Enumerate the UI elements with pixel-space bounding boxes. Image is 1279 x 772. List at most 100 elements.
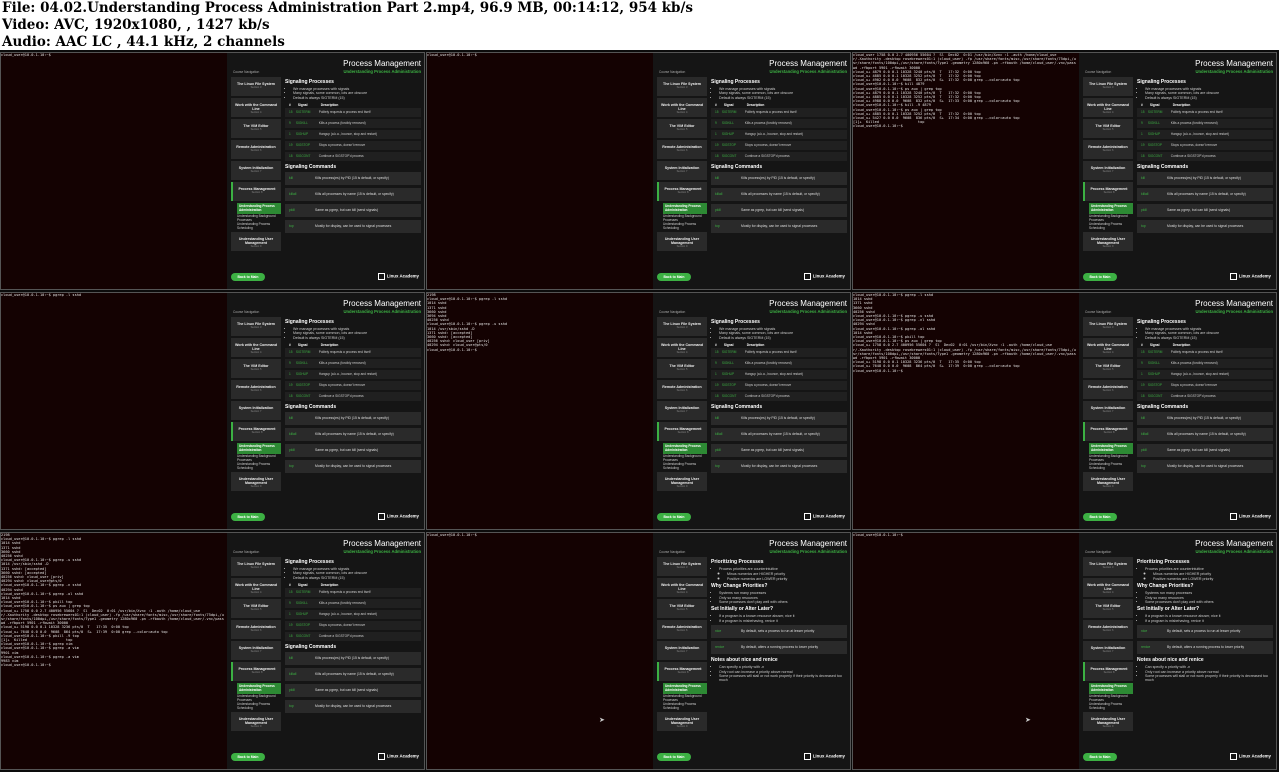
nav-item[interactable]: System Initialization Section 7	[657, 401, 707, 420]
nav-sub-item[interactable]: Understanding Process Scheduling	[663, 223, 707, 230]
nav-item[interactable]: System Initialization Section 7	[1083, 641, 1133, 660]
nav-item[interactable]: The VIM Editor Section 5	[1083, 119, 1133, 138]
nav-sub-active[interactable]: Understanding Process Administration	[663, 203, 707, 215]
nav-item[interactable]: Remote Administration Section 6	[657, 140, 707, 159]
nav-item[interactable]: Understanding User Management Section 9	[1083, 471, 1133, 491]
nav-item[interactable]: Understanding User Management Section 9	[231, 711, 281, 731]
nav-item[interactable]: Remote Administration Section 6	[231, 140, 281, 159]
nav-item[interactable]: Understanding User Management Section 9	[657, 471, 707, 491]
nav-item[interactable]: Remote Administration Section 6	[1083, 380, 1133, 399]
terminal-output[interactable]: 2198 cloud_user@10.0.1.10:~$ pgrep -l ss…	[1, 533, 227, 769]
terminal-output[interactable]: cloud_user@10.0.1.10:~$	[1, 53, 227, 289]
nav-item[interactable]: Understanding User Management Section 9	[657, 231, 707, 251]
nav-item[interactable]: Process Management Section 8	[1083, 422, 1133, 441]
nav-item[interactable]: Understanding User Management Section 9	[231, 471, 281, 491]
nav-item[interactable]: Work with the Command Line Section 4	[657, 98, 707, 117]
nav-item[interactable]: The Linux File System Section 3	[1083, 77, 1133, 96]
nav-sub-item[interactable]: Understanding Background Processes	[237, 214, 281, 222]
nav-item[interactable]: The VIM Editor Section 5	[231, 119, 281, 138]
nav-sub-active[interactable]: Understanding Process Administration	[1089, 443, 1133, 455]
nav-sub-item[interactable]: Understanding Process Scheduling	[1089, 703, 1133, 710]
nav-item[interactable]: Process Management Section 8	[231, 422, 281, 441]
back-to-main-button[interactable]: Back to Main	[657, 273, 691, 281]
nav-item[interactable]: The VIM Editor Section 5	[231, 599, 281, 618]
nav-item[interactable]: System Initialization Section 7	[231, 161, 281, 180]
nav-item[interactable]: The VIM Editor Section 5	[657, 599, 707, 618]
nav-item[interactable]: The VIM Editor Section 5	[657, 119, 707, 138]
nav-item[interactable]: System Initialization Section 7	[1083, 161, 1133, 180]
nav-item[interactable]: The Linux File System Section 3	[231, 77, 281, 96]
nav-item[interactable]: Remote Administration Section 6	[1083, 620, 1133, 639]
nav-item[interactable]: System Initialization Section 7	[231, 401, 281, 420]
nav-sub-active[interactable]: Understanding Process Administration	[237, 683, 281, 695]
terminal-output[interactable]: cloud_user@10.0.1.10:~$	[853, 533, 1079, 769]
nav-item[interactable]: Process Management Section 8	[231, 662, 281, 681]
nav-item[interactable]: Remote Administration Section 6	[657, 620, 707, 639]
nav-sub-item[interactable]: Understanding Background Processes	[1089, 454, 1133, 462]
terminal-output[interactable]: cloud_user@10.0.1.10:~$ pgrep -l sshd	[1, 293, 227, 529]
nav-item[interactable]: The VIM Editor Section 5	[231, 359, 281, 378]
nav-item[interactable]: Understanding User Management Section 9	[1083, 711, 1133, 731]
nav-sub-item[interactable]: Understanding Process Scheduling	[1089, 223, 1133, 230]
nav-item[interactable]: The Linux File System Section 3	[657, 317, 707, 336]
nav-sub-item[interactable]: Understanding Background Processes	[1089, 214, 1133, 222]
nav-sub-item[interactable]: Understanding Process Scheduling	[237, 223, 281, 230]
nav-item[interactable]: The Linux File System Section 3	[1083, 317, 1133, 336]
back-to-main-button[interactable]: Back to Main	[1083, 513, 1117, 521]
terminal-output[interactable]: cloud_user@10.0.1.10:~$	[427, 533, 653, 769]
back-to-main-button[interactable]: Back to Main	[1083, 273, 1117, 281]
back-to-main-button[interactable]: Back to Main	[1083, 753, 1117, 761]
terminal-output[interactable]: 2198 cloud_user@10.0.1.10:~$ pgrep -l ss…	[427, 293, 653, 529]
nav-item[interactable]: Process Management Section 8	[657, 662, 707, 681]
nav-item[interactable]: The Linux File System Section 3	[231, 317, 281, 336]
nav-sub-active[interactable]: Understanding Process Administration	[237, 203, 281, 215]
nav-item[interactable]: The Linux File System Section 3	[231, 557, 281, 576]
nav-sub-item[interactable]: Understanding Background Processes	[1089, 694, 1133, 702]
nav-item[interactable]: The VIM Editor Section 5	[1083, 359, 1133, 378]
back-to-main-button[interactable]: Back to Main	[231, 513, 265, 521]
nav-item[interactable]: Remote Administration Section 6	[657, 380, 707, 399]
nav-item[interactable]: The VIM Editor Section 5	[657, 359, 707, 378]
terminal-output[interactable]: cloud_user@10.0.1.10:~$ pgrep -l sshd 10…	[853, 293, 1079, 529]
terminal-output[interactable]: cloud_user 1758 0.0 2.7 400956 55604 ? S…	[853, 53, 1079, 289]
nav-item[interactable]: Remote Administration Section 6	[1083, 140, 1133, 159]
nav-sub-active[interactable]: Understanding Process Administration	[1089, 203, 1133, 215]
nav-sub-active[interactable]: Understanding Process Administration	[663, 683, 707, 695]
nav-item[interactable]: Remote Administration Section 6	[231, 620, 281, 639]
nav-item[interactable]: Work with the Command Line Section 4	[657, 338, 707, 357]
back-to-main-button[interactable]: Back to Main	[231, 753, 265, 761]
nav-item[interactable]: Process Management Section 8	[657, 422, 707, 441]
nav-item[interactable]: Process Management Section 8	[657, 182, 707, 201]
back-to-main-button[interactable]: Back to Main	[231, 273, 265, 281]
nav-item[interactable]: System Initialization Section 7	[231, 641, 281, 660]
nav-item[interactable]: Work with the Command Line Section 4	[231, 98, 281, 117]
nav-item[interactable]: Process Management Section 8	[231, 182, 281, 201]
nav-item[interactable]: The Linux File System Section 3	[657, 77, 707, 96]
nav-sub-item[interactable]: Understanding Background Processes	[663, 454, 707, 462]
terminal-output[interactable]: cloud_user@10.0.1.10:~$	[427, 53, 653, 289]
nav-sub-item[interactable]: Understanding Background Processes	[237, 454, 281, 462]
nav-item[interactable]: Work with the Command Line Section 4	[231, 578, 281, 597]
nav-item[interactable]: Process Management Section 8	[1083, 662, 1133, 681]
nav-item[interactable]: Understanding User Management Section 9	[657, 711, 707, 731]
nav-item[interactable]: Work with the Command Line Section 4	[657, 578, 707, 597]
nav-item[interactable]: Understanding User Management Section 9	[231, 231, 281, 251]
back-to-main-button[interactable]: Back to Main	[657, 513, 691, 521]
nav-sub-active[interactable]: Understanding Process Administration	[1089, 683, 1133, 695]
nav-sub-item[interactable]: Understanding Process Scheduling	[1089, 463, 1133, 470]
nav-sub-item[interactable]: Understanding Process Scheduling	[237, 463, 281, 470]
nav-sub-item[interactable]: Understanding Process Scheduling	[237, 703, 281, 710]
nav-item[interactable]: Understanding User Management Section 9	[1083, 231, 1133, 251]
nav-sub-item[interactable]: Understanding Process Scheduling	[663, 703, 707, 710]
nav-item[interactable]: Work with the Command Line Section 4	[1083, 98, 1133, 117]
back-to-main-button[interactable]: Back to Main	[657, 753, 691, 761]
nav-item[interactable]: The Linux File System Section 3	[657, 557, 707, 576]
nav-item[interactable]: System Initialization Section 7	[1083, 401, 1133, 420]
nav-sub-item[interactable]: Understanding Process Scheduling	[663, 463, 707, 470]
nav-item[interactable]: Process Management Section 8	[1083, 182, 1133, 201]
nav-sub-active[interactable]: Understanding Process Administration	[663, 443, 707, 455]
nav-sub-item[interactable]: Understanding Background Processes	[663, 694, 707, 702]
nav-sub-item[interactable]: Understanding Background Processes	[237, 694, 281, 702]
nav-item[interactable]: Remote Administration Section 6	[231, 380, 281, 399]
nav-item[interactable]: Work with the Command Line Section 4	[1083, 338, 1133, 357]
